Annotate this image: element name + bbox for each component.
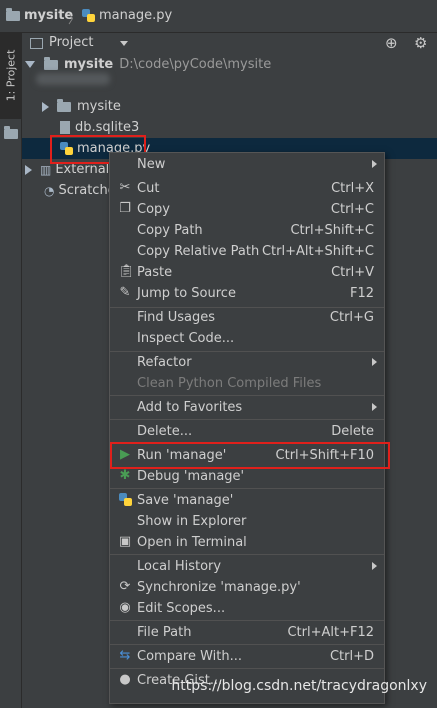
navigation-bar: mysite 〉 manage.py [0, 0, 437, 33]
submenu-arrow-icon [372, 403, 377, 411]
project-view-selector[interactable]: Project [49, 35, 93, 50]
debug-bug-icon: ✱ [119, 468, 131, 483]
submenu-arrow-icon [372, 160, 377, 168]
context-menu: New ✂ Cut Ctrl+X ❐ Copy Ctrl+C Copy Path… [109, 152, 385, 704]
menu-item-refactor[interactable]: Refactor [110, 352, 384, 373]
menu-item-compare-with[interactable]: ⇆ Compare With... Ctrl+D [110, 646, 384, 667]
expanded-arrow-icon[interactable] [25, 61, 35, 68]
menu-item-debug-manage[interactable]: ✱ Debug 'manage' [110, 466, 384, 487]
menu-item-inspect-code[interactable]: Inspect Code... [110, 328, 384, 349]
clipboard-icon: 📋︎ [118, 264, 135, 279]
folder-icon [44, 56, 58, 70]
menu-item-file-path[interactable]: File Path Ctrl+Alt+F12 [110, 622, 384, 643]
menu-item-copy-path[interactable]: Copy Path Ctrl+Shift+C [110, 220, 384, 241]
python-icon [118, 493, 132, 507]
menu-item-find-usages[interactable]: Find Usages Ctrl+G [110, 307, 384, 328]
watermark-text: https://blog.csdn.net/tracydragonlxy [171, 678, 427, 694]
sync-icon: ⟳ [119, 579, 131, 594]
locate-icon[interactable]: ⊕ [385, 34, 398, 52]
menu-item-add-to-favorites[interactable]: Add to Favorites [110, 397, 384, 418]
menu-item-show-in-explorer[interactable]: Show in Explorer [110, 511, 384, 532]
project-tool-tab[interactable]: 1: Project [0, 33, 21, 119]
menu-item-edit-scopes[interactable]: ◉ Edit Scopes... [110, 598, 384, 619]
menu-separator [110, 668, 384, 669]
menu-item-copy-relative-path[interactable]: Copy Relative Path Ctrl+Alt+Shift+C [110, 241, 384, 262]
menu-item-delete[interactable]: Delete... Delete [110, 421, 384, 442]
menu-item-local-history[interactable]: Local History [110, 556, 384, 577]
breadcrumb-project[interactable]: mysite [6, 7, 73, 23]
menu-item-paste[interactable]: 📋︎ Paste Ctrl+V [110, 262, 384, 283]
menu-item-new[interactable]: New [110, 154, 384, 175]
breadcrumb-separator: 〉 [68, 12, 81, 26]
highlight-box-run-manage [110, 442, 390, 469]
pencil-icon: ✎ [119, 285, 131, 300]
tool-window-strip: 1: Project [0, 33, 22, 708]
chevron-down-icon[interactable] [120, 41, 128, 46]
tree-root-mysite[interactable]: mysite D:\code\pyCode\mysite [22, 54, 437, 75]
menu-separator [110, 554, 384, 555]
folder-icon [57, 98, 71, 112]
menu-item-open-in-terminal[interactable]: ▣ Open in Terminal [110, 532, 384, 553]
menu-item-cut[interactable]: ✂ Cut Ctrl+X [110, 178, 384, 199]
menu-separator [110, 620, 384, 621]
github-icon: ● [119, 672, 131, 687]
terminal-icon: ▣ [118, 534, 132, 549]
menu-item-save-manage[interactable]: Save 'manage' [110, 490, 384, 511]
file-icon [60, 121, 70, 134]
menu-item-jump-to-source[interactable]: ✎ Jump to Source F12 [110, 283, 384, 304]
collapsed-arrow-icon[interactable] [42, 101, 49, 112]
tree-item-mysite[interactable]: mysite [22, 96, 437, 117]
compare-icon: ⇆ [119, 648, 131, 663]
project-panel-header: Project ⊕ ⚙ [22, 33, 437, 54]
library-icon: ▥ [40, 162, 52, 177]
collapsed-arrow-icon[interactable] [25, 164, 32, 175]
scratches-icon: ◔ [44, 183, 55, 198]
menu-separator [110, 419, 384, 420]
menu-item-copy[interactable]: ❐ Copy Ctrl+C [110, 199, 384, 220]
blurred-content [36, 73, 110, 85]
menu-separator [110, 395, 384, 396]
menu-separator [110, 644, 384, 645]
folder-icon [6, 7, 20, 21]
python-file-icon [82, 9, 95, 22]
menu-item-clean-python-compiled-files: Clean Python Compiled Files [137, 376, 322, 391]
breadcrumb-file[interactable]: manage.py [82, 8, 172, 23]
menu-item-synchronize[interactable]: ⟳ Synchronize 'manage.py' [110, 577, 384, 598]
submenu-arrow-icon [372, 562, 377, 570]
copy-icon: ❐ [119, 201, 131, 216]
folder-icon [4, 126, 18, 139]
menu-separator [110, 488, 384, 489]
project-view-icon [30, 38, 43, 49]
scissors-icon: ✂ [119, 180, 131, 195]
gear-icon[interactable]: ⚙ [414, 34, 427, 52]
submenu-arrow-icon [372, 358, 377, 366]
scope-icon: ◉ [119, 600, 131, 615]
